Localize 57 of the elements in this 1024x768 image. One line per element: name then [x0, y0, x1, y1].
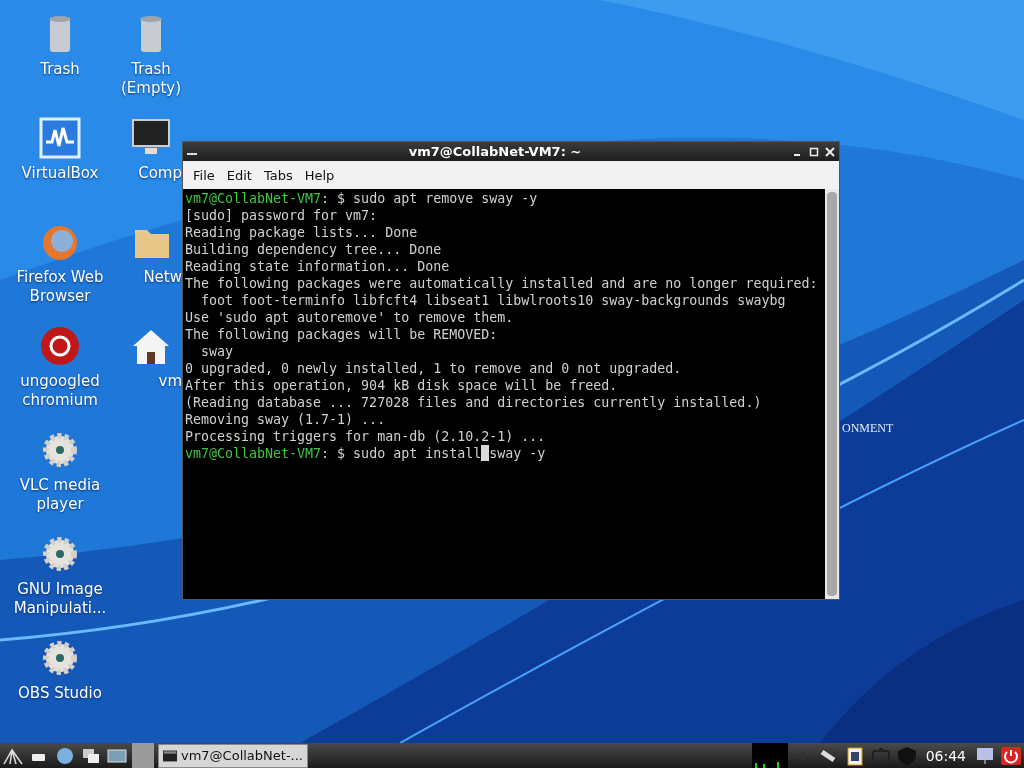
output-line: The following packages will be REMOVED: — [185, 326, 498, 343]
icon-label[interactable]: vm — [158, 372, 182, 391]
network-icon[interactable] — [974, 745, 996, 766]
waveform-icon — [39, 117, 81, 159]
gear-icon — [43, 641, 77, 675]
icon-label[interactable]: VirtualBox — [21, 164, 99, 183]
output-line: 0 upgraded, 0 newly installed, 1 to remove and 0 not upgraded. — [185, 360, 682, 377]
output-line: Processing triggers for man-db (2.10.2-1) ... — [185, 428, 546, 445]
output-line: The following packages were automatically installed and are no longer required: — [185, 275, 818, 292]
output-line: [sudo] password for vm7: — [185, 207, 378, 224]
power-icon[interactable] — [1000, 745, 1022, 766]
terminal-icon — [163, 748, 177, 763]
command-text: : $ sudo apt install — [321, 445, 482, 462]
command-text: : $ sudo apt remove sway -y — [321, 190, 538, 207]
ring-icon — [41, 327, 79, 365]
icon-label[interactable]: Trash (Empty) — [120, 60, 182, 98]
monitor-icon — [132, 119, 170, 154]
window-title: vm7@CollabNet-VM7: ~ — [407, 144, 583, 159]
close-icon[interactable] — [825, 146, 835, 157]
menu-item[interactable]: Edit — [220, 167, 258, 183]
output-line: foot foot-terminfo libfcft4 libseat1 libwlroots10 sway-backgrounds swaybg — [200, 292, 786, 309]
globe-icon[interactable] — [54, 745, 76, 766]
command-text: sway -y — [489, 445, 546, 462]
output-line: Building dependency tree... Done — [185, 241, 442, 258]
clock[interactable]: 06:44 — [921, 747, 970, 764]
wallpaper-text: ONMENT — [842, 421, 894, 436]
output-line: sway — [200, 343, 234, 360]
prompt-text: vm7@CollabNet-VM7 — [185, 445, 322, 462]
output-line: Reading package lists... Done — [185, 224, 418, 241]
empty-slot — [132, 743, 154, 768]
icon-label[interactable]: OBS Studio — [18, 684, 102, 703]
prompt-text: vm7@CollabNet-VM7 — [185, 190, 322, 207]
icon-label[interactable]: ungoogled chromium — [4, 372, 116, 410]
output-line: Removing sway (1.7-1) ... — [185, 411, 386, 428]
icon-label[interactable]: Firefox Web Browser — [4, 268, 116, 306]
icon-label[interactable]: VLC media player — [4, 476, 116, 514]
maximize-icon[interactable] — [809, 146, 819, 157]
cpu-graph — [751, 743, 788, 768]
output-line: (Reading database ... 727028 files and directories currently installed.) — [185, 394, 762, 411]
menu-item[interactable]: File — [187, 167, 221, 183]
menu-item[interactable]: Help — [298, 167, 341, 183]
globe-icon — [43, 226, 77, 260]
house-icon — [133, 330, 169, 364]
taskbar-button[interactable]: vm7@CollabNet-... — [158, 743, 308, 768]
icon-label[interactable]: Comp — [138, 164, 182, 183]
icon-label[interactable]: GNU Image Manipulati... — [4, 580, 116, 618]
icon-label[interactable]: Netw — [143, 268, 182, 287]
gear-icon — [43, 433, 77, 467]
output-line: Use 'sudo apt autoremove' to remove them. — [185, 309, 514, 326]
scrollbar[interactable] — [825, 189, 839, 599]
output-line: After this operation, 904 kB disk space will be freed. — [185, 377, 618, 394]
icon-label[interactable]: Trash — [40, 60, 80, 79]
trash-can-icon — [140, 16, 162, 52]
trash-can-icon — [49, 16, 71, 52]
gear-icon — [43, 537, 77, 571]
menu-item[interactable]: Tabs — [257, 167, 299, 183]
output-line: Reading state information... Done — [185, 258, 450, 275]
